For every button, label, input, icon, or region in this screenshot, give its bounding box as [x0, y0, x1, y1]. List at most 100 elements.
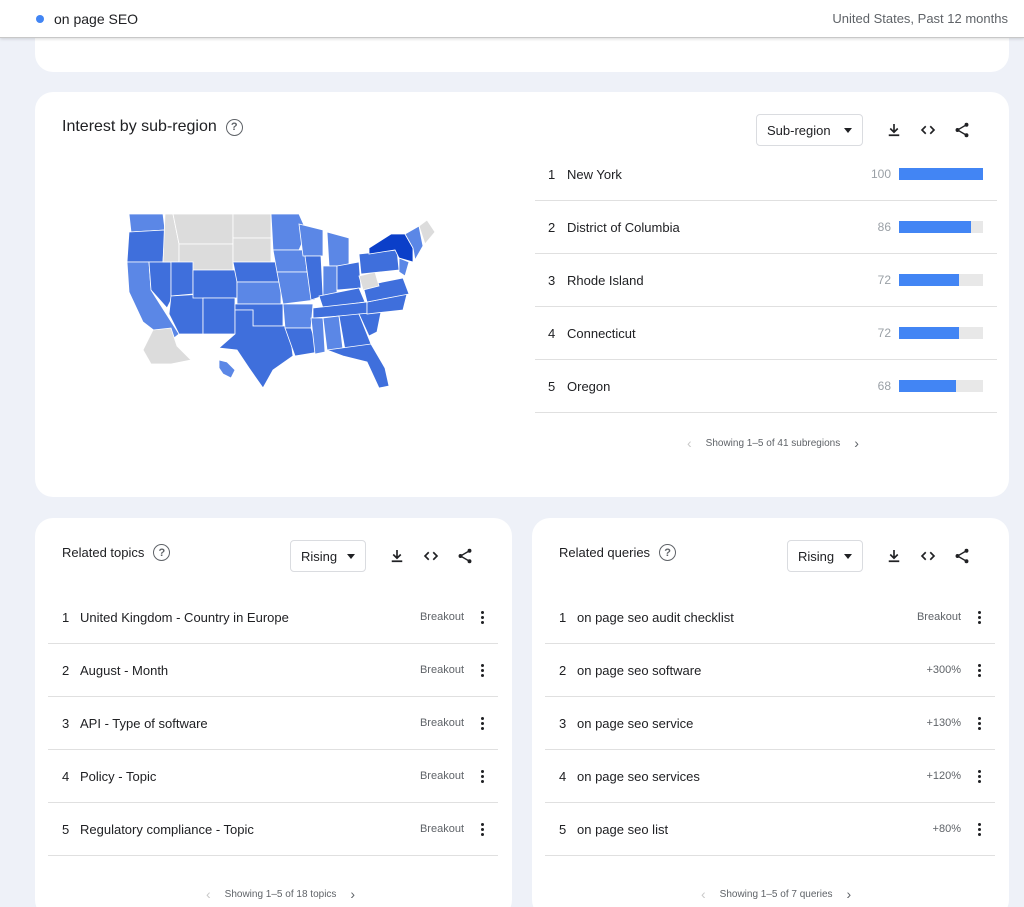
- help-icon[interactable]: ?: [659, 544, 677, 561]
- item-name[interactable]: on page seo audit checklist: [577, 610, 917, 625]
- list-item[interactable]: 5 Regulatory compliance - Topic Breakout: [48, 803, 498, 856]
- list-item[interactable]: 3 on page seo service +130%: [545, 697, 995, 750]
- list-item[interactable]: 4 on page seo services +120%: [545, 750, 995, 803]
- interest-bar-fill: [899, 168, 983, 180]
- previous-page-icon[interactable]: ‹: [701, 886, 706, 902]
- interest-bar-fill: [899, 327, 960, 339]
- more-options-icon[interactable]: [971, 713, 987, 733]
- map-region-florida[interactable]: [326, 343, 390, 389]
- related-queries-card: Related queries ? Rising 1 on page seo au…: [532, 518, 1009, 907]
- resolution-select[interactable]: Sub-region: [756, 114, 863, 146]
- more-options-icon[interactable]: [474, 819, 490, 839]
- card-title: Interest by sub-region ?: [62, 118, 243, 136]
- map-region-ohio[interactable]: [336, 261, 362, 291]
- item-name[interactable]: on page seo software: [577, 663, 926, 678]
- previous-page-icon[interactable]: ‹: [206, 886, 211, 902]
- map-region-colorado[interactable]: [192, 269, 238, 299]
- embed-icon[interactable]: [911, 540, 945, 572]
- caret-down-icon: [844, 553, 852, 559]
- card-title: Related topics ?: [62, 544, 171, 561]
- item-name[interactable]: on page seo service: [577, 716, 926, 731]
- subregion-name: District of Columbia: [567, 219, 680, 235]
- next-page-icon[interactable]: ›: [847, 886, 852, 902]
- share-icon[interactable]: [945, 540, 979, 572]
- share-icon[interactable]: [448, 540, 482, 572]
- interest-value: 86: [877, 220, 891, 234]
- item-value: +130%: [926, 717, 961, 729]
- map-region-kansas[interactable]: [236, 281, 282, 305]
- download-icon[interactable]: [877, 540, 911, 572]
- interest-bar: [899, 274, 983, 286]
- help-icon[interactable]: ?: [153, 544, 171, 561]
- item-value: +80%: [932, 823, 961, 835]
- next-page-icon[interactable]: ›: [350, 886, 355, 902]
- map-region-washington[interactable]: [128, 213, 166, 233]
- item-name[interactable]: Regulatory compliance - Topic: [80, 822, 420, 837]
- map-region-utah[interactable]: [170, 261, 194, 297]
- item-name[interactable]: United Kingdom - Country in Europe: [80, 610, 420, 625]
- more-options-icon[interactable]: [474, 713, 490, 733]
- map-region-hawaii[interactable]: [218, 359, 236, 379]
- item-name[interactable]: API - Type of software: [80, 716, 420, 731]
- list-item[interactable]: 2 August - Month Breakout: [48, 644, 498, 697]
- topics-metric-select[interactable]: Rising: [290, 540, 366, 572]
- subregion-row[interactable]: 1 New York 100: [535, 148, 997, 201]
- subregion-row[interactable]: 4 Connecticut 72: [535, 307, 997, 360]
- more-options-icon[interactable]: [971, 607, 987, 627]
- interest-bar-fill: [899, 221, 972, 233]
- subregion-name: New York: [567, 166, 622, 182]
- map-region-wisconsin[interactable]: [298, 223, 324, 257]
- interest-by-subregion-card: Interest by sub-region ? Sub-region 1 Ne…: [35, 92, 1009, 497]
- interest-bar: [899, 327, 983, 339]
- us-subregion-map[interactable]: [123, 210, 443, 390]
- download-icon[interactable]: [877, 114, 911, 146]
- embed-icon[interactable]: [414, 540, 448, 572]
- more-options-icon[interactable]: [474, 660, 490, 680]
- map-region-montana[interactable]: [172, 213, 234, 245]
- item-name[interactable]: on page seo services: [577, 769, 926, 784]
- list-item[interactable]: 4 Policy - Topic Breakout: [48, 750, 498, 803]
- download-icon[interactable]: [380, 540, 414, 572]
- map-region-iowa[interactable]: [272, 249, 308, 273]
- more-options-icon[interactable]: [474, 607, 490, 627]
- embed-icon[interactable]: [911, 114, 945, 146]
- list-item[interactable]: 1 on page seo audit checklist Breakout: [545, 591, 995, 644]
- item-name[interactable]: Policy - Topic: [80, 769, 420, 784]
- more-options-icon[interactable]: [474, 766, 490, 786]
- help-icon[interactable]: ?: [225, 118, 243, 136]
- item-name[interactable]: August - Month: [80, 663, 420, 678]
- list-item[interactable]: 2 on page seo software +300%: [545, 644, 995, 697]
- subregion-row[interactable]: 5 Oregon 68: [535, 360, 997, 413]
- item-name[interactable]: on page seo list: [577, 822, 933, 837]
- subregion-name: Rhode Island: [567, 272, 644, 288]
- more-options-icon[interactable]: [971, 819, 987, 839]
- card-title: Related queries ?: [559, 544, 677, 561]
- map-region-michigan[interactable]: [326, 231, 350, 267]
- map-region-north-dakota[interactable]: [232, 213, 272, 239]
- previous-page-icon[interactable]: ‹: [687, 435, 692, 451]
- list-item[interactable]: 1 United Kingdom - Country in Europe Break…: [48, 591, 498, 644]
- subregion-row[interactable]: 3 Rhode Island 72: [535, 254, 997, 307]
- row-rank: 4: [548, 325, 556, 341]
- interest-bar: [899, 221, 983, 233]
- row-rank: 5: [559, 821, 567, 837]
- list-item[interactable]: 5 on page seo list +80%: [545, 803, 995, 856]
- map-region-nebraska[interactable]: [232, 261, 280, 283]
- map-region-arkansas[interactable]: [282, 303, 314, 329]
- next-page-icon[interactable]: ›: [854, 435, 859, 451]
- item-value: Breakout: [419, 717, 464, 729]
- map-region-new-mexico[interactable]: [202, 297, 236, 335]
- subregion-row[interactable]: 2 District of Columbia 86: [535, 201, 997, 254]
- pager-text: Showing 1–5 of 41 subregions: [705, 437, 841, 449]
- map-region-oregon[interactable]: [126, 229, 166, 263]
- more-options-icon[interactable]: [971, 766, 987, 786]
- interest-value: 72: [877, 273, 891, 287]
- share-icon[interactable]: [945, 114, 979, 146]
- more-options-icon[interactable]: [971, 660, 987, 680]
- map-region-indiana[interactable]: [322, 265, 338, 297]
- map-region-pennsylvania[interactable]: [358, 249, 400, 275]
- map-region-south-dakota[interactable]: [232, 237, 272, 263]
- queries-metric-select[interactable]: Rising: [787, 540, 863, 572]
- list-item[interactable]: 3 API - Type of software Breakout: [48, 697, 498, 750]
- search-term: on page SEO: [54, 10, 139, 27]
